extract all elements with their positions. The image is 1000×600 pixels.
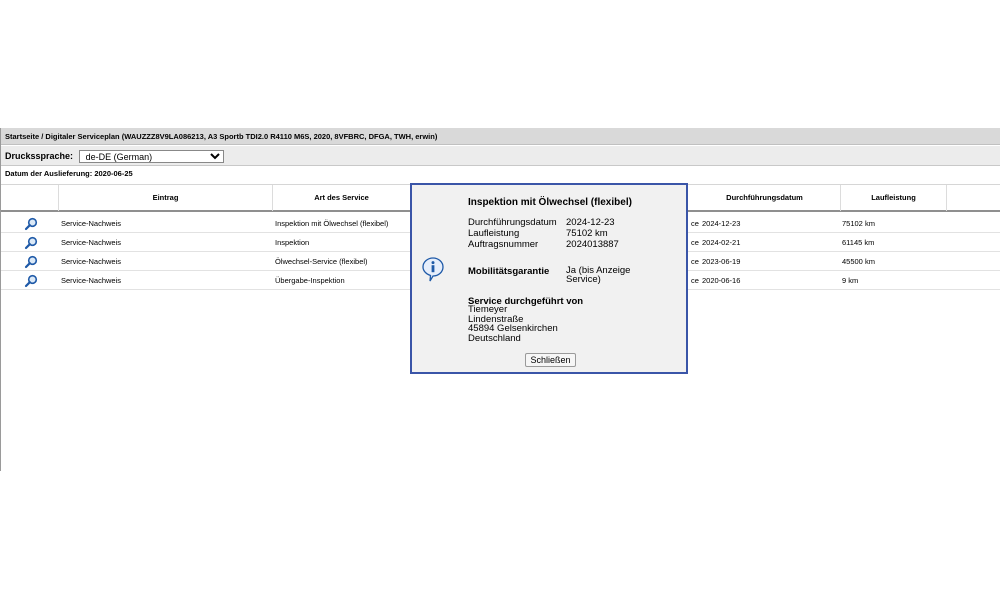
date-cell: 2023-06-19 bbox=[702, 257, 741, 266]
mileage-cell: 9 km bbox=[842, 276, 859, 285]
header-icon-col bbox=[1, 185, 59, 211]
address-line: Deutschland bbox=[468, 332, 521, 344]
mobility-label: Mobilitätsgarantie bbox=[468, 266, 550, 277]
mileage-cell: 75102 km bbox=[842, 219, 875, 228]
service-type-tail: ce bbox=[691, 276, 699, 285]
service-detail-dialog: Inspektion mit Ölwechsel (flexibel) Durc… bbox=[410, 183, 688, 374]
detail-date-label: Durchführungsdatum bbox=[468, 217, 557, 228]
detail-order-value: 2024013887 bbox=[566, 239, 619, 250]
detail-mileage-label: Laufleistung bbox=[468, 228, 520, 239]
magnifier-icon[interactable] bbox=[24, 217, 38, 231]
magnifier-icon[interactable] bbox=[24, 274, 38, 288]
service-type-cell: Inspektion mit Ölwechsel (flexibel) bbox=[275, 219, 389, 228]
entry-cell: Service-Nachweis bbox=[61, 257, 122, 266]
close-button[interactable]: Schließen bbox=[525, 353, 576, 367]
breadcrumb: Startseite / Digitaler Serviceplan (WAUZ… bbox=[1, 128, 1000, 145]
service-type-cell: Übergabe-Inspektion bbox=[275, 276, 345, 285]
service-type-cell: Ölwechsel-Service (flexibel) bbox=[275, 257, 368, 266]
detail-mileage-value: 75102 km bbox=[566, 228, 608, 239]
print-language-label: Druckssprache: bbox=[5, 151, 74, 161]
header-service-type: Art des Service bbox=[273, 185, 411, 211]
date-cell: 2024-02-21 bbox=[702, 238, 741, 247]
mileage-cell: 45500 km bbox=[842, 257, 875, 266]
date-cell: 2024-12-23 bbox=[702, 219, 741, 228]
service-type-tail: ce bbox=[691, 238, 699, 247]
header-entry: Eintrag bbox=[59, 185, 273, 211]
info-icon bbox=[422, 257, 444, 282]
mobility-value: Ja (bis Anzeige Service) bbox=[566, 265, 631, 285]
date-cell: 2020-06-16 bbox=[702, 276, 741, 285]
entry-cell: Service-Nachweis bbox=[61, 219, 122, 228]
print-language-bar: Druckssprache: de-DE (German) bbox=[1, 146, 1000, 166]
issue-date: Datum der Auslieferung: 2020-06-25 bbox=[5, 169, 133, 178]
print-language-select[interactable]: de-DE (German) bbox=[78, 150, 224, 164]
dialog-title: Inspektion mit Ölwechsel (flexibel) bbox=[468, 197, 632, 208]
detail-order-label: Auftragsnummer bbox=[468, 239, 539, 250]
entry-cell: Service-Nachweis bbox=[61, 276, 122, 285]
detail-order-row: Auftragsnummer 2024013887 bbox=[468, 240, 619, 250]
detail-mileage-row: Laufleistung 75102 km bbox=[468, 229, 608, 239]
header-date: Durchführungsdatum bbox=[689, 185, 841, 211]
service-type-tail: ce bbox=[691, 219, 699, 228]
service-type-tail: ce bbox=[691, 257, 699, 266]
mileage-cell: 61145 km bbox=[842, 238, 875, 247]
magnifier-icon[interactable] bbox=[24, 255, 38, 269]
header-mileage: Laufleistung bbox=[841, 185, 947, 211]
detail-date-value: 2024-12-23 bbox=[566, 217, 615, 228]
service-type-cell: Inspektion bbox=[275, 238, 310, 247]
detail-date-row: Durchführungsdatum 2024-12-23 bbox=[468, 218, 615, 228]
service-address: Tiemeyer Lindenstraße 45894 Gelsenkirche… bbox=[468, 305, 558, 343]
entry-cell: Service-Nachweis bbox=[61, 238, 122, 247]
magnifier-icon[interactable] bbox=[24, 236, 38, 250]
